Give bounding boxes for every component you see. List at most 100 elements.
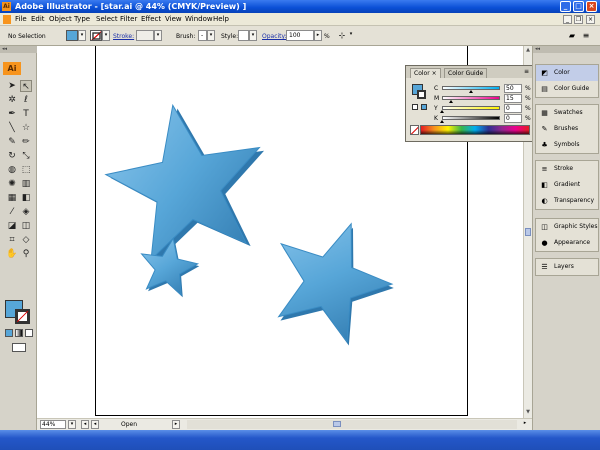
dock-item-gradient[interactable]: ◧ Gradient xyxy=(536,177,598,193)
stroke-weight-field[interactable] xyxy=(136,30,154,41)
paintbrush-tool-icon[interactable]: ✎ xyxy=(6,136,18,148)
panel-menu-icon[interactable]: ≡ xyxy=(524,68,529,76)
live-paint-bucket-tool-icon[interactable]: ◪ xyxy=(6,220,18,232)
black-value[interactable]: 0 xyxy=(504,114,522,123)
stroke-weight-dropdown[interactable]: ▾ xyxy=(154,30,162,41)
close-button[interactable]: × xyxy=(586,1,597,12)
doc-minimize-button[interactable]: _ xyxy=(563,15,572,24)
menu-window[interactable]: Window xyxy=(185,15,213,24)
column-graph-tool-icon[interactable]: ▥ xyxy=(20,178,32,190)
opacity-field[interactable]: 100 xyxy=(286,30,314,41)
doc-restore-button[interactable]: ❐ xyxy=(574,15,583,24)
eraser-tool-icon[interactable]: ◇ xyxy=(20,234,32,246)
stroke-swatch[interactable] xyxy=(90,30,102,41)
none-color-icon[interactable] xyxy=(410,125,419,135)
brush-field[interactable]: - xyxy=(198,30,207,41)
magenta-slider-knob[interactable] xyxy=(448,100,453,103)
tab-color[interactable]: Color × xyxy=(410,68,441,78)
zoom-field[interactable]: 44% xyxy=(40,420,66,429)
color-mode-icon[interactable] xyxy=(5,329,13,337)
transform-dropdown[interactable]: ▾ xyxy=(347,30,355,41)
yellow-slider-knob[interactable] xyxy=(440,110,444,113)
dock-item-stroke[interactable]: ≡ Stroke xyxy=(536,161,598,177)
opacity-label[interactable]: Opacity: xyxy=(262,32,287,41)
maximize-button[interactable]: □ xyxy=(573,1,584,12)
type-tool-icon[interactable]: T xyxy=(20,108,32,120)
scale-tool-icon[interactable]: ⤡ xyxy=(20,150,32,162)
menu-edit[interactable]: Edit xyxy=(31,15,45,24)
color-panel-stroke[interactable] xyxy=(417,90,426,99)
stroke-label[interactable]: Stroke: xyxy=(113,32,134,41)
doc-close-button[interactable]: × xyxy=(586,15,595,24)
selection-tool-icon[interactable]: ➤ xyxy=(6,80,18,92)
menu-filter[interactable]: Filter xyxy=(120,15,137,24)
yellow-value[interactable]: 0 xyxy=(504,104,522,113)
color-spectrum[interactable] xyxy=(420,125,530,135)
brush-dropdown[interactable]: ▾ xyxy=(207,30,215,41)
rotate-tool-icon[interactable]: ↻ xyxy=(6,150,18,162)
dock-item-brushes[interactable]: ✎ Brushes xyxy=(536,121,598,137)
magenta-value[interactable]: 15 xyxy=(504,94,522,103)
vertical-scroll-thumb[interactable] xyxy=(525,228,531,236)
cyan-slider-knob[interactable] xyxy=(469,90,473,93)
tools-collapse[interactable]: ◂◂ xyxy=(0,46,37,53)
direct-selection-tool-icon[interactable]: ↖ xyxy=(20,80,32,92)
first-artboard-button[interactable]: ◂ xyxy=(81,420,89,429)
minimize-button[interactable]: _ xyxy=(560,1,571,12)
fill-swatch[interactable] xyxy=(66,30,78,41)
dock-item-graphic-styles[interactable]: ◫ Graphic Styles xyxy=(536,219,598,235)
dock-item-appearance[interactable]: ● Appearance xyxy=(536,235,598,251)
stroke-box[interactable] xyxy=(15,309,30,324)
menu-effect[interactable]: Effect xyxy=(141,15,161,24)
screen-mode-icon[interactable] xyxy=(12,343,26,352)
hand-tool-icon[interactable]: ✋ xyxy=(6,248,18,260)
menu-object[interactable]: Object xyxy=(49,15,72,24)
gradient-mode-icon[interactable] xyxy=(15,329,23,337)
fill-stroke-widget[interactable] xyxy=(5,300,35,326)
dock-item-symbols[interactable]: ♣ Symbols xyxy=(536,137,598,153)
black-slider-knob[interactable] xyxy=(440,120,444,123)
slice-tool-icon[interactable]: ⌗ xyxy=(6,234,18,246)
stroke-dropdown[interactable]: ▾ xyxy=(102,30,110,41)
live-paint-selection-tool-icon[interactable]: ◫ xyxy=(20,220,32,232)
menu-select[interactable]: Select xyxy=(96,15,118,24)
mesh-tool-icon[interactable]: ▦ xyxy=(6,192,18,204)
free-transform-tool-icon[interactable]: ⬚ xyxy=(20,164,32,176)
style-swatch[interactable] xyxy=(238,30,249,41)
menu-file[interactable]: File xyxy=(15,15,27,24)
dock-item-transparency[interactable]: ◐ Transparency xyxy=(536,193,598,209)
horizontal-scroll-thumb[interactable] xyxy=(333,421,341,427)
scroll-right-icon[interactable]: ▸ xyxy=(521,420,529,429)
dock-item-color-guide[interactable]: ▤ Color Guide xyxy=(536,81,598,97)
none-mode-icon[interactable] xyxy=(25,329,33,337)
star-tool-icon[interactable]: ☆ xyxy=(20,122,32,134)
yellow-slider-track[interactable] xyxy=(442,106,500,110)
scroll-down-icon[interactable]: ▼ xyxy=(524,408,532,417)
eyedropper-tool-icon[interactable]: ⁄ xyxy=(6,206,18,218)
horizontal-scrollbar[interactable] xyxy=(187,420,517,429)
fill-dropdown[interactable]: ▾ xyxy=(78,30,86,41)
out-of-gamut-icon[interactable] xyxy=(412,104,418,110)
symbol-sprayer-tool-icon[interactable]: ✺ xyxy=(6,178,18,190)
style-dropdown[interactable]: ▾ xyxy=(249,30,257,41)
web-safe-icon[interactable] xyxy=(421,104,427,110)
warp-tool-icon[interactable]: ◍ xyxy=(6,164,18,176)
medium-star[interactable] xyxy=(256,204,409,354)
black-slider-track[interactable] xyxy=(442,116,500,120)
gradient-tool-icon[interactable]: ◧ xyxy=(20,192,32,204)
control-menu-icon[interactable]: ≡ xyxy=(580,31,592,41)
pencil-tool-icon[interactable]: ✏ xyxy=(20,136,32,148)
zoom-tool-icon[interactable]: ⚲ xyxy=(20,248,32,260)
cyan-value[interactable]: 50 xyxy=(504,84,522,93)
zoom-dropdown[interactable]: ▾ xyxy=(68,420,76,429)
menu-help[interactable]: Help xyxy=(213,15,229,24)
large-star[interactable] xyxy=(96,91,280,269)
document-icon[interactable] xyxy=(3,15,11,24)
pen-tool-icon[interactable]: ✒ xyxy=(6,108,18,120)
opacity-dropdown[interactable]: ▸ xyxy=(314,30,322,41)
scroll-up-icon[interactable]: ▲ xyxy=(524,46,532,55)
prev-artboard-button[interactable]: ◂ xyxy=(91,420,99,429)
menu-type[interactable]: Type xyxy=(74,15,90,24)
document-setup-icon[interactable]: ▰ xyxy=(566,31,578,41)
title-bar[interactable]: Ai Adobe Illustrator - [star.ai @ 44% (C… xyxy=(0,0,600,13)
